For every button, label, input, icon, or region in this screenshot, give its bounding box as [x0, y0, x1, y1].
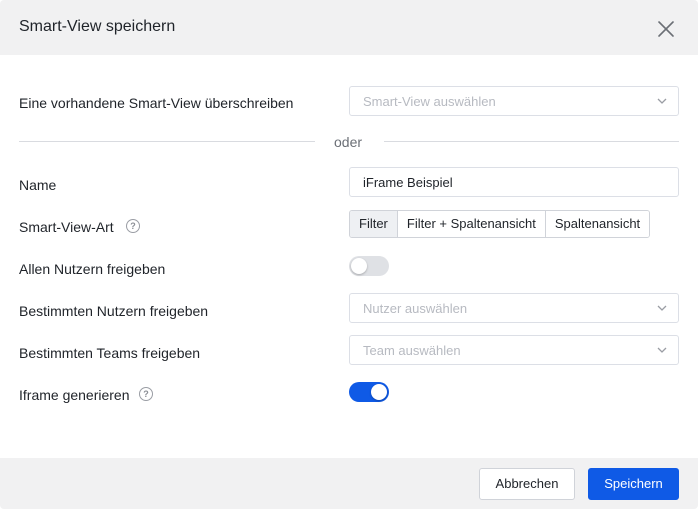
share-users-label: Bestimmten Nutzern freigeben [19, 303, 209, 319]
share-all-label: Allen Nutzern freigeben [19, 261, 166, 277]
divider-text: oder [334, 134, 363, 150]
save-smart-view-dialog: Smart-View speichern Eine vorhandene Sma… [0, 0, 698, 509]
overwrite-label: Eine vorhandene Smart-View überschreiben [19, 95, 294, 111]
view-type-segmented-control: Filter Filter + Spaltenansicht Spaltenan… [349, 210, 651, 238]
smart-view-select-placeholder: Smart-View auswählen [363, 94, 496, 109]
divider-left [19, 141, 315, 142]
save-button[interactable]: Speichern [588, 468, 679, 500]
view-type-option-columns[interactable]: Spaltenansicht [545, 211, 650, 237]
iframe-toggle[interactable] [349, 382, 389, 402]
help-icon[interactable]: ? [126, 219, 140, 233]
toggle-knob [351, 258, 367, 274]
iframe-label: Iframe generieren [19, 387, 130, 403]
chevron-down-icon [657, 98, 667, 104]
share-teams-label: Bestimmten Teams freigeben [19, 345, 201, 361]
toggle-knob [371, 384, 387, 400]
users-select[interactable]: Nutzer auswählen [349, 293, 679, 323]
dialog-header: Smart-View speichern [0, 0, 698, 55]
name-input-value: iFrame Beispiel [363, 175, 453, 190]
smart-view-select[interactable]: Smart-View auswählen [349, 86, 679, 116]
teams-select-placeholder: Team auswählen [363, 343, 461, 358]
name-input[interactable]: iFrame Beispiel [349, 167, 679, 197]
help-icon[interactable]: ? [139, 387, 153, 401]
view-type-option-filter-columns[interactable]: Filter + Spaltenansicht [397, 211, 546, 237]
chevron-down-icon [657, 347, 667, 353]
dialog-title: Smart-View speichern [19, 18, 176, 35]
view-type-label: Smart-View-Art [19, 219, 114, 235]
share-all-toggle[interactable] [349, 256, 389, 276]
name-label: Name [19, 177, 57, 193]
users-select-placeholder: Nutzer auswählen [363, 301, 468, 316]
view-type-option-filter[interactable]: Filter [350, 211, 398, 237]
divider-right [384, 141, 679, 142]
teams-select[interactable]: Team auswählen [349, 335, 679, 365]
cancel-button[interactable]: Abbrechen [479, 468, 575, 500]
chevron-down-icon [657, 305, 667, 311]
close-icon[interactable] [652, 15, 680, 43]
